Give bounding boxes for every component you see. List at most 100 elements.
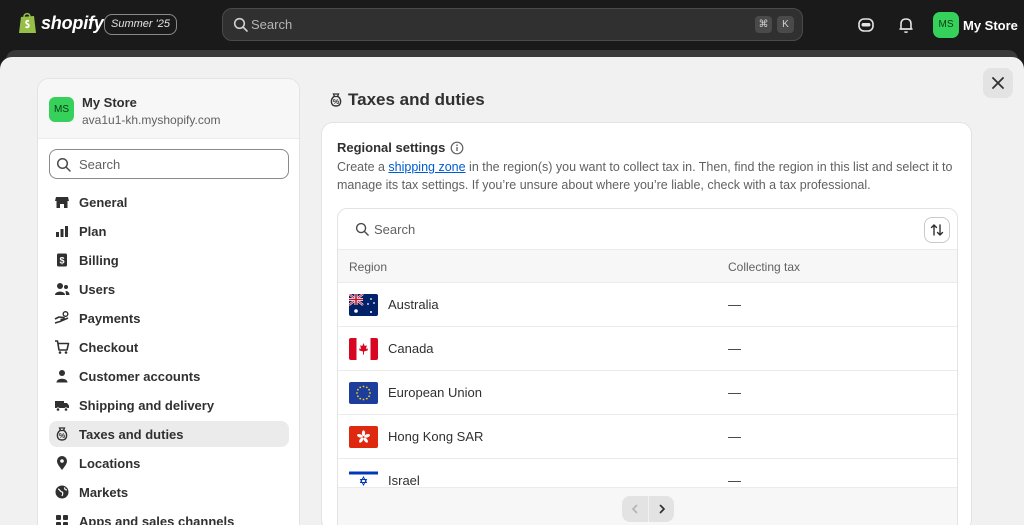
store-icon [55,197,69,208]
sidebar-item-label: Markets [79,484,129,500]
sidebar-item-payments[interactable]: Payments [49,305,289,331]
sidebar-item-label: Billing [79,252,119,268]
collecting-tax-value: — [728,473,741,488]
sidebar-item-checkout[interactable]: Checkout [49,334,289,360]
sidebar-item-label: Payments [79,310,141,326]
region-name: Australia [388,297,439,312]
canada-flag-icon [349,338,378,360]
regional-settings-card: Regional settings Create a shipping zone… [321,122,972,525]
collecting-tax-value: — [728,297,741,312]
store-menu-button[interactable]: MS My Store [933,12,1018,38]
table-search-placeholder: Search [374,222,416,237]
location-icon [57,456,67,470]
collecting-tax-value: — [728,429,741,444]
store-menu-label: My Store [963,17,1018,33]
description-text: Create a [337,160,389,174]
australia-flag-icon [349,294,378,316]
top-bar: shopify Summer '25 Search ⌘ K MS My Stor… [0,0,1024,50]
shopify-bag-icon [19,12,36,33]
table-search-input[interactable]: Search [338,209,957,250]
european-union-flag-icon [349,382,378,404]
table-row[interactable]: Australia — [338,283,957,327]
info-icon[interactable] [450,141,464,155]
store-header: MS My Store ava1u1-kh.myshopify.com [38,79,299,139]
users-icon [55,283,70,295]
section-title-text: Regional settings [337,140,446,155]
shortcut-k-key: K [777,16,794,33]
sort-button[interactable] [924,217,950,243]
edition-badge[interactable]: Summer '25 [104,14,177,35]
sidebar-item-label: Apps and sales channels [79,513,235,525]
sidebar-item-label: Shipping and delivery [79,397,215,413]
sidebar-item-label: General [79,194,128,210]
column-header-region: Region [349,260,388,274]
close-button[interactable] [983,68,1013,98]
settings-sidebar: MS My Store ava1u1-kh.myshopify.com Sear… [37,78,300,525]
column-header-collecting-tax: Collecting tax [728,260,801,274]
sidebar-item-locations[interactable]: Locations [49,450,289,476]
truck-icon [55,401,69,412]
section-title: Regional settings [337,140,464,155]
globe-icon [55,485,69,499]
search-icon [56,157,71,172]
store-domain: ava1u1-kh.myshopify.com [82,113,221,127]
billing-icon: $ [57,253,67,267]
store-avatar: MS [49,97,74,122]
store-name: My Store [82,95,137,110]
sidebar-item-markets[interactable]: Markets [49,479,289,505]
tax-icon: % [56,427,68,441]
global-search-bar[interactable]: Search ⌘ K [222,8,803,41]
hong-kong-flag-icon [349,426,378,448]
sidebar-item-label: Taxes and duties [79,426,184,442]
chevron-right-icon [659,504,665,514]
chevron-left-icon [632,504,638,514]
sidebar-item-shipping[interactable]: Shipping and delivery [49,392,289,418]
pagination [338,487,957,525]
settings-nav: General Plan $ Billing Users Payments Ch… [49,189,289,525]
close-icon [992,77,1004,89]
region-name: Israel [388,473,420,488]
table-row[interactable]: Hong Kong SAR — [338,415,957,459]
shipping-zone-link[interactable]: shipping zone [388,160,465,174]
sidebar-item-taxes[interactable]: % Taxes and duties [49,421,289,447]
table-row[interactable]: Canada — [338,327,957,371]
sidebar-item-general[interactable]: General [49,189,289,215]
section-description: Create a shipping zone in the region(s) … [337,158,962,194]
sidebar-item-label: Plan [79,223,107,239]
settings-search-input[interactable]: Search [49,149,289,179]
page-title: % Taxes and duties [328,90,485,110]
regions-table: Search Region Collecting tax Australia —… [337,208,958,525]
sort-icon [930,224,944,236]
plan-icon [56,226,68,237]
svg-text:$: $ [59,256,64,266]
sidekick-icon[interactable] [857,16,875,34]
sidebar-item-apps[interactable]: Apps and sales channels [49,508,289,525]
collecting-tax-value: — [728,385,741,400]
region-name: Canada [388,341,434,356]
bell-icon[interactable] [897,16,915,34]
sidebar-item-billing[interactable]: $ Billing [49,247,289,273]
sidebar-item-label: Checkout [79,339,139,355]
next-page-button[interactable] [648,496,674,522]
logo-text: shopify [41,12,104,33]
region-name: Hong Kong SAR [388,429,484,444]
sidebar-item-plan[interactable]: Plan [49,218,289,244]
sidebar-item-label: Locations [79,455,141,471]
shopify-logo[interactable]: shopify [18,12,104,34]
search-icon [355,222,369,236]
sidebar-item-customer-accounts[interactable]: Customer accounts [49,363,289,389]
settings-modal: MS My Store ava1u1-kh.myshopify.com Sear… [0,57,1024,525]
page-title-text: Taxes and duties [348,90,485,109]
search-icon [233,17,248,32]
collecting-tax-value: — [728,341,741,356]
sidebar-item-label: Users [79,281,116,297]
sidebar-item-users[interactable]: Users [49,276,289,302]
payments-icon [54,311,69,324]
avatar: MS [933,12,959,38]
global-search-placeholder: Search [251,17,293,32]
table-row[interactable]: European Union — [338,371,957,415]
settings-search-placeholder: Search [79,157,121,172]
table-header: Region Collecting tax [338,250,957,283]
previous-page-button[interactable] [622,496,648,522]
shortcut-cmd-key: ⌘ [755,16,772,33]
